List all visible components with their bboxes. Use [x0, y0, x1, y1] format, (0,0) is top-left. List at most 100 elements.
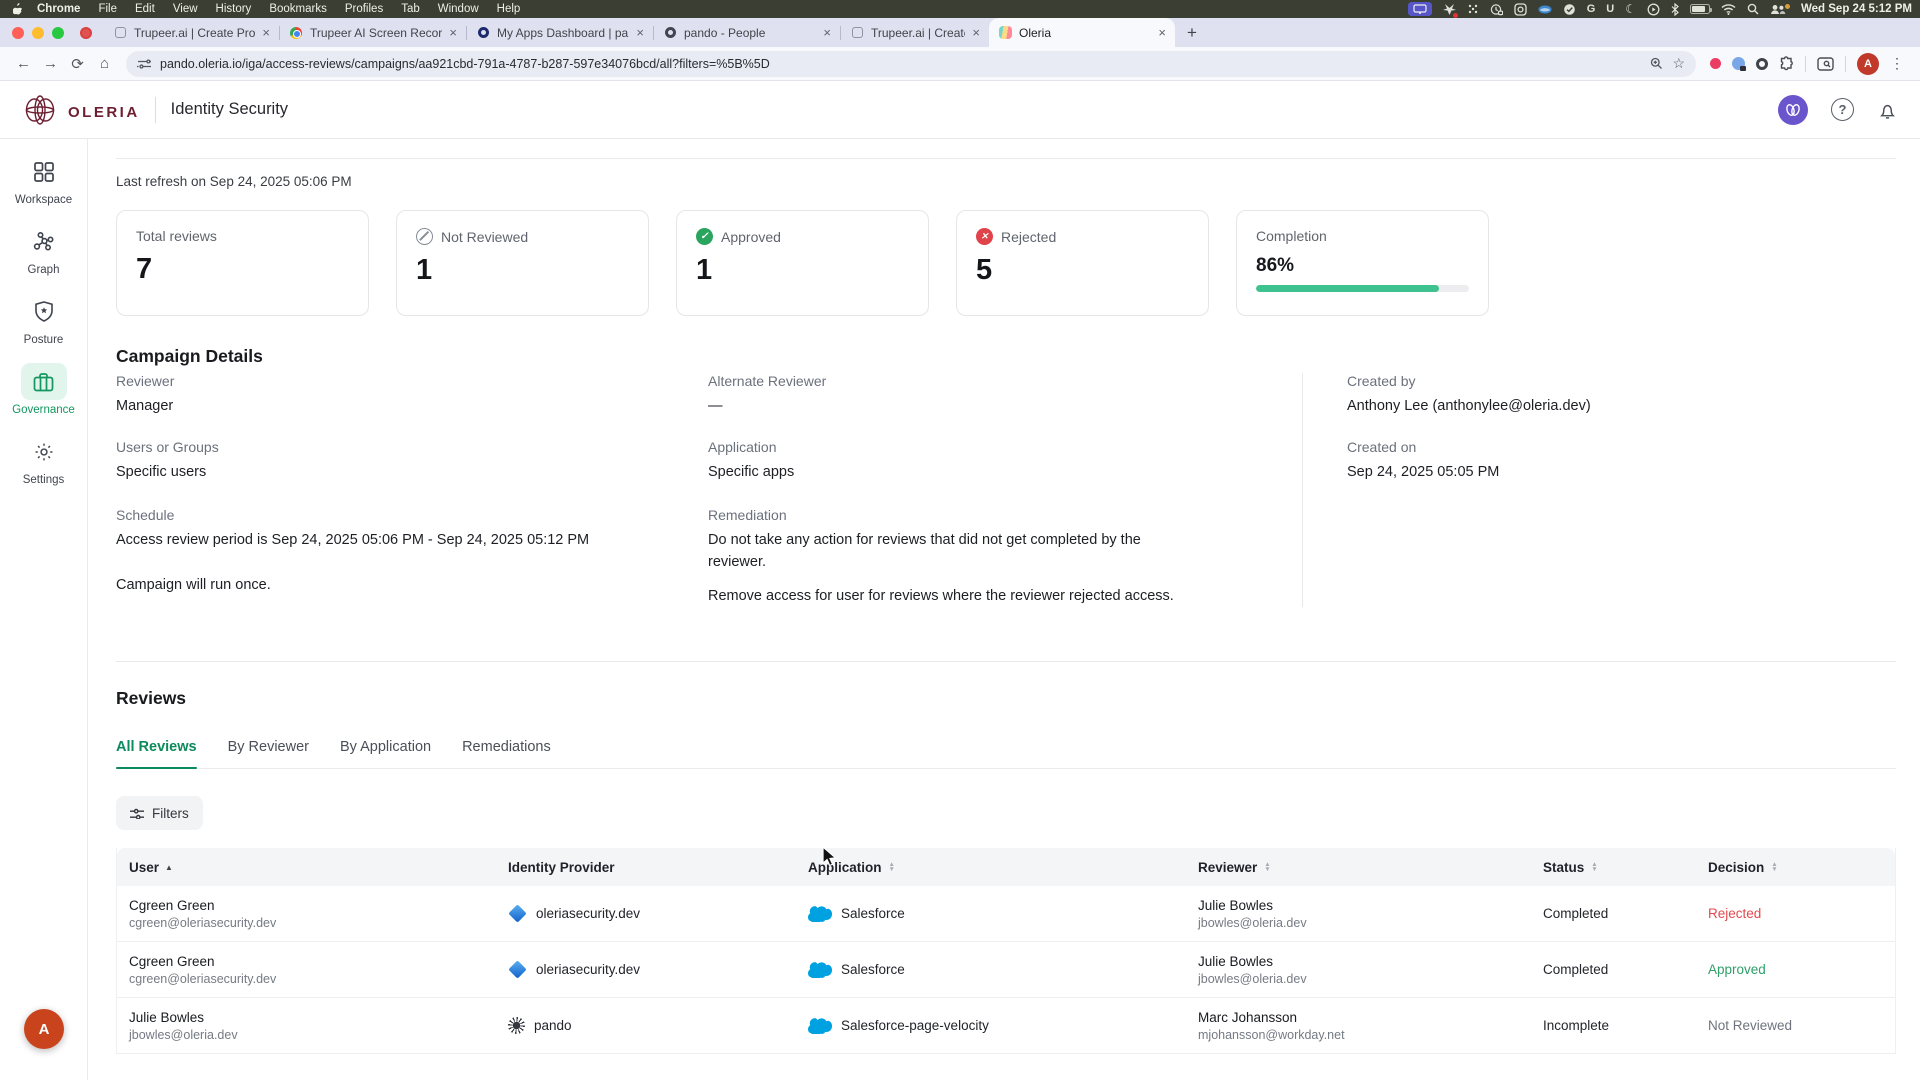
address-bar[interactable]: pando.oleria.io/iga/access-reviews/campa…	[126, 51, 1696, 77]
menu-chrome[interactable]: Chrome	[28, 3, 89, 15]
site-settings-icon[interactable]	[137, 58, 151, 70]
apple-menu-icon[interactable]	[8, 3, 28, 16]
home-button[interactable]: ⌂	[91, 55, 118, 72]
macos-menu-bar: Chrome File Edit View History Bookmarks …	[0, 0, 1920, 18]
browser-tab-4[interactable]: pando - People ×	[654, 18, 840, 47]
bluetooth-icon[interactable]	[1671, 2, 1679, 16]
spotlight-search-icon[interactable]	[1747, 2, 1759, 16]
pando-favicon	[663, 26, 677, 40]
notifications-bell-icon[interactable]	[1877, 99, 1898, 121]
new-tab-button[interactable]: +	[1175, 23, 1209, 43]
tab-close-icon[interactable]: ×	[449, 25, 457, 40]
menu-window[interactable]: Window	[429, 3, 488, 15]
user-switch-menubar-icon[interactable]	[1770, 2, 1786, 16]
browser-tab-strip: Trupeer.ai | Create Product V × Trupeer …	[0, 18, 1920, 47]
tab-close-icon[interactable]: ×	[972, 25, 980, 40]
sidebar-item-settings[interactable]: Settings	[21, 433, 67, 486]
menu-profiles[interactable]: Profiles	[336, 3, 392, 15]
menubar-clock[interactable]: Wed Sep 24 5:12 PM	[1797, 3, 1912, 15]
menu-edit[interactable]: Edit	[126, 3, 164, 15]
window-zoom-button[interactable]	[52, 27, 64, 39]
zoom-page-icon[interactable]	[1650, 57, 1663, 70]
wifi-icon[interactable]	[1721, 2, 1736, 16]
side-panel-icon[interactable]	[1817, 57, 1834, 71]
forward-button[interactable]: →	[37, 55, 64, 72]
menu-view[interactable]: View	[164, 3, 207, 15]
column-header-reviewer[interactable]: Reviewer▲▼	[1186, 860, 1531, 875]
governance-briefcase-icon	[21, 363, 67, 400]
browser-tab-active-oleria[interactable]: Oleria ×	[989, 18, 1175, 47]
menu-help[interactable]: Help	[488, 3, 530, 15]
focus-moon-icon[interactable]: ☾	[1625, 2, 1636, 16]
grammarly-menubar-icon[interactable]: G	[1587, 2, 1596, 16]
swirl-app-menubar-icon[interactable]	[1538, 2, 1552, 16]
reload-button[interactable]: ⟳	[64, 55, 91, 73]
extension-ring-icon[interactable]	[1756, 58, 1768, 70]
help-icon[interactable]: ?	[1831, 98, 1854, 121]
sidebar-item-posture[interactable]: Posture	[21, 293, 67, 346]
sidebar-item-workspace[interactable]: Workspace	[15, 153, 72, 206]
recording-indicator-icon[interactable]	[80, 27, 92, 39]
field-value: Manager	[116, 395, 708, 417]
user-avatar[interactable]	[1778, 95, 1808, 125]
table-row[interactable]: Cgreen Greencgreen@oleriasecurity.dev ol…	[117, 942, 1895, 998]
user-name: Julie Bowles	[129, 1010, 204, 1025]
recorder-floating-avatar[interactable]: A	[24, 1009, 64, 1049]
extension-record-icon[interactable]	[1710, 58, 1721, 69]
stats-cards-row: Total reviews 7 Not Reviewed 1 ✓Approved…	[116, 210, 1896, 316]
filters-button[interactable]: Filters	[116, 796, 203, 830]
oleria-favicon	[998, 26, 1012, 40]
bird-app-menubar-icon[interactable]	[1443, 2, 1456, 16]
tab-remediations[interactable]: Remediations	[462, 739, 551, 768]
completion-percent: 86%	[1256, 255, 1469, 277]
column-header-status[interactable]: Status▲▼	[1531, 860, 1696, 875]
dots-app-menubar-icon[interactable]	[1467, 2, 1479, 16]
column-header-application[interactable]: Application▲▼	[796, 860, 1186, 875]
browser-menu-icon[interactable]: ⋮	[1890, 55, 1904, 72]
browser-tab-5[interactable]: Trupeer.ai | Create Product V ×	[841, 18, 989, 47]
window-close-button[interactable]	[12, 27, 24, 39]
tab-close-icon[interactable]: ×	[262, 25, 270, 40]
table-row[interactable]: Cgreen Greencgreen@oleriasecurity.dev ol…	[117, 886, 1895, 942]
tab-close-icon[interactable]: ×	[1158, 25, 1166, 40]
filters-label: Filters	[152, 806, 189, 821]
oleria-logo[interactable]: oleria	[22, 93, 140, 127]
sidebar-label: Graph	[28, 264, 60, 276]
tab-by-application[interactable]: By Application	[340, 739, 431, 768]
salesforce-icon	[808, 962, 832, 978]
url-text[interactable]: pando.oleria.io/iga/access-reviews/campa…	[160, 57, 1641, 71]
menu-history[interactable]: History	[207, 3, 261, 15]
sort-both-icon: ▲▼	[1771, 862, 1777, 873]
clock-lock-menubar-icon[interactable]	[1490, 2, 1503, 16]
browser-tab-3[interactable]: My Apps Dashboard | pando ×	[467, 18, 653, 47]
menu-tab[interactable]: Tab	[392, 3, 429, 15]
column-header-user[interactable]: User▲	[117, 860, 496, 875]
back-button[interactable]: ←	[10, 55, 37, 72]
menu-file[interactable]: File	[89, 3, 126, 15]
stat-card-completion: Completion 86%	[1236, 210, 1489, 316]
sidebar-item-graph[interactable]: Graph	[21, 223, 67, 276]
window-minimize-button[interactable]	[32, 27, 44, 39]
salesforce-icon	[808, 1018, 832, 1034]
tab-all-reviews[interactable]: All Reviews	[116, 739, 197, 768]
sidebar-item-governance[interactable]: Governance	[12, 363, 75, 416]
browser-profile-avatar[interactable]: A	[1857, 53, 1879, 75]
screen-share-indicator-icon[interactable]	[1408, 2, 1432, 16]
column-header-identity-provider[interactable]: Identity Provider	[496, 860, 796, 875]
tab-by-reviewer[interactable]: By Reviewer	[228, 739, 309, 768]
extension-password-icon[interactable]	[1732, 57, 1745, 70]
extensions-puzzle-icon[interactable]	[1779, 56, 1794, 71]
browser-tab-1[interactable]: Trupeer.ai | Create Product V ×	[104, 18, 279, 47]
tab-close-icon[interactable]: ×	[823, 25, 831, 40]
column-header-decision[interactable]: Decision▲▼	[1696, 860, 1895, 875]
check-circle-menubar-icon[interactable]	[1563, 2, 1576, 16]
bookmark-star-icon[interactable]: ☆	[1672, 55, 1685, 72]
battery-icon[interactable]	[1690, 4, 1710, 14]
now-playing-icon[interactable]	[1647, 2, 1660, 16]
table-row[interactable]: Julie Bowlesjbowles@oleria.dev pando Sal…	[117, 998, 1895, 1054]
menu-bookmarks[interactable]: Bookmarks	[260, 3, 336, 15]
tab-close-icon[interactable]: ×	[636, 25, 644, 40]
browser-tab-2[interactable]: Trupeer AI Screen Recorder ×	[280, 18, 466, 47]
u-app-menubar-icon[interactable]: U	[1606, 2, 1614, 16]
camera-app-menubar-icon[interactable]	[1514, 2, 1527, 16]
